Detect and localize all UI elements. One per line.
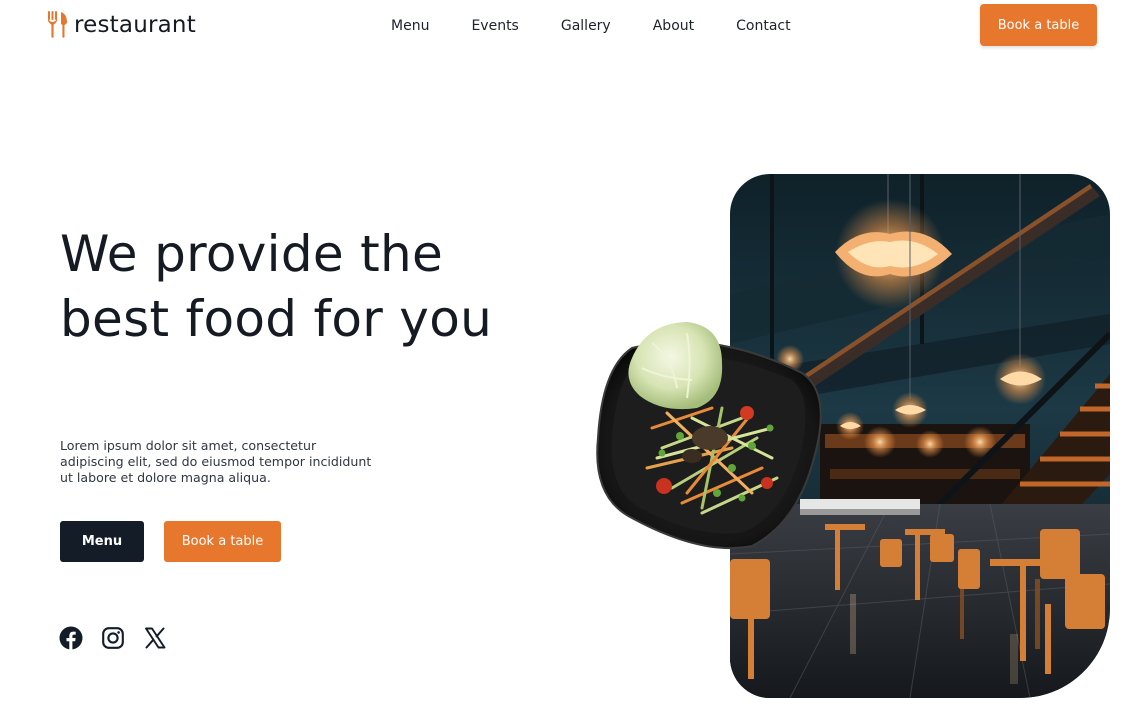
header-book-table-button[interactable]: Book a table xyxy=(980,4,1097,46)
logo[interactable]: restaurant xyxy=(46,10,196,40)
x-link[interactable] xyxy=(143,626,167,650)
nav-about[interactable]: About xyxy=(632,17,715,35)
social-links xyxy=(59,626,185,650)
hero-title-line-2: best food for you xyxy=(60,290,493,348)
brand-name: restaurant xyxy=(74,12,196,38)
menu-button[interactable]: Menu xyxy=(60,521,144,562)
hero-title-line-1: We provide the xyxy=(60,225,444,283)
nav-contact[interactable]: Contact xyxy=(715,17,811,35)
facebook-icon xyxy=(59,626,83,650)
nav-events[interactable]: Events xyxy=(450,17,539,35)
salad-plate-photo xyxy=(592,318,826,554)
hero-title: We provide the best food for you xyxy=(60,222,492,352)
site-header: restaurant Menu Events Gallery About Con… xyxy=(0,0,1138,56)
hero-description: Lorem ipsum dolor sit amet, consectetur … xyxy=(60,438,372,485)
x-icon xyxy=(145,627,166,649)
book-table-button[interactable]: Book a table xyxy=(164,521,281,562)
nav-menu[interactable]: Menu xyxy=(370,17,450,35)
facebook-link[interactable] xyxy=(59,626,83,650)
nav-gallery[interactable]: Gallery xyxy=(540,17,632,35)
instagram-icon xyxy=(102,627,124,649)
main-nav: Menu Events Gallery About Contact xyxy=(370,17,812,35)
instagram-link[interactable] xyxy=(101,626,125,650)
fork-knife-icon xyxy=(48,11,67,38)
